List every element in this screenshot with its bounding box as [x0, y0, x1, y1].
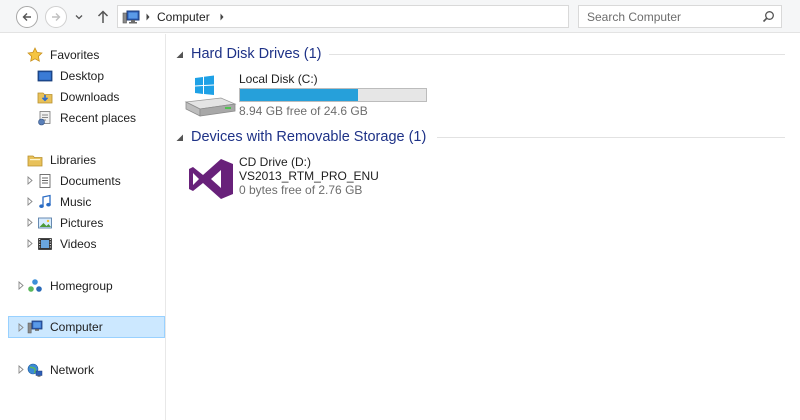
star-icon: [26, 46, 44, 63]
nav-network-label: Network: [50, 362, 95, 377]
search-input[interactable]: Search Computer: [587, 10, 681, 24]
recent-places-icon: [36, 110, 54, 126]
nav-libraries[interactable]: Libraries: [26, 149, 96, 170]
nav-favorites-label: Favorites: [50, 47, 100, 62]
nav-downloads-label: Downloads: [60, 89, 120, 104]
navigation-pane: Favorites Desktop Downloads Recent place…: [0, 34, 166, 420]
drive-volume-label: VS2013_RTM_PRO_ENU: [239, 169, 379, 183]
nav-documents-label: Documents: [60, 173, 121, 188]
documents-icon: [36, 173, 54, 189]
search-box[interactable]: Search Computer: [578, 5, 782, 28]
nav-recent-places-label: Recent places: [60, 110, 137, 125]
pictures-icon: [36, 215, 54, 231]
group-title: Hard Disk Drives (1): [191, 46, 322, 62]
nav-desktop[interactable]: Desktop: [36, 65, 104, 86]
nav-videos-label: Videos: [60, 236, 97, 251]
nav-computer-label: Computer: [50, 320, 103, 334]
drive-local-disk-c[interactable]: Local Disk (C:) 8.94 GB free of 24.6 GB: [181, 72, 427, 120]
network-icon: [26, 362, 44, 378]
expand-arrow-icon[interactable]: [17, 323, 25, 332]
content-pane: Hard Disk Drives (1) Local Disk (C:) 8.9…: [167, 34, 800, 420]
libraries-icon: [26, 152, 44, 168]
drive-usage-bar: [239, 88, 427, 102]
nav-homegroup-label: Homegroup: [50, 278, 113, 293]
forward-button[interactable]: [45, 6, 67, 28]
videos-icon: [36, 236, 54, 252]
group-header-hard-disk-drives[interactable]: Hard Disk Drives (1): [175, 43, 322, 65]
navigation-bar: Computer Search Computer: [0, 0, 800, 33]
collapse-chevron-icon[interactable]: [175, 133, 184, 142]
drive-free-space: 0 bytes free of 2.76 GB: [239, 183, 363, 197]
music-icon: [36, 194, 54, 210]
nav-recent-places[interactable]: Recent places: [36, 107, 136, 128]
breadcrumb-separator-icon[interactable]: [144, 12, 152, 22]
nav-music-label: Music: [60, 194, 92, 209]
drive-name: CD Drive (D:): [239, 155, 311, 169]
visual-studio-logo-icon: [189, 159, 233, 199]
up-arrow-icon[interactable]: [96, 9, 110, 25]
nav-homegroup[interactable]: Homegroup: [26, 275, 113, 296]
breadcrumb-separator-icon[interactable]: [218, 12, 226, 22]
expand-arrow-icon[interactable]: [17, 365, 25, 374]
expand-arrow-icon[interactable]: [26, 176, 34, 185]
recent-locations-dropdown-icon[interactable]: [74, 12, 84, 22]
nav-downloads[interactable]: Downloads: [36, 86, 119, 107]
group-divider: [437, 137, 785, 138]
nav-documents[interactable]: Documents: [36, 170, 121, 191]
nav-pictures[interactable]: Pictures: [36, 212, 103, 233]
nav-favorites[interactable]: Favorites: [26, 44, 99, 65]
group-title: Devices with Removable Storage (1): [191, 129, 427, 145]
homegroup-icon: [26, 278, 44, 294]
drive-free-space: 8.94 GB free of 24.6 GB: [239, 104, 368, 118]
expand-arrow-icon[interactable]: [26, 218, 34, 227]
hard-drive-windows-icon: [184, 75, 237, 117]
back-button[interactable]: [16, 6, 38, 28]
group-divider: [329, 54, 785, 55]
nav-network[interactable]: Network: [26, 359, 94, 380]
collapse-chevron-icon[interactable]: [175, 50, 184, 59]
expand-arrow-icon[interactable]: [26, 239, 34, 248]
nav-music[interactable]: Music: [36, 191, 91, 212]
expand-arrow-icon[interactable]: [26, 197, 34, 206]
group-header-removable-storage[interactable]: Devices with Removable Storage (1): [175, 126, 426, 148]
nav-pictures-label: Pictures: [60, 215, 104, 230]
drive-name: Local Disk (C:): [239, 72, 318, 86]
arrow-right-icon: [52, 13, 61, 21]
nav-videos[interactable]: Videos: [36, 233, 96, 254]
nav-desktop-label: Desktop: [60, 68, 105, 83]
computer-icon: [26, 319, 44, 335]
downloads-folder-icon: [36, 89, 54, 105]
search-icon[interactable]: [762, 10, 775, 23]
computer-icon: [122, 10, 140, 24]
drive-cd-drive-d[interactable]: CD Drive (D:) VS2013_RTM_PRO_ENU 0 bytes…: [181, 155, 379, 203]
expand-arrow-icon[interactable]: [17, 281, 25, 290]
drive-usage-bar-fill: [240, 89, 359, 101]
nav-libraries-label: Libraries: [50, 152, 97, 167]
nav-computer[interactable]: Computer: [8, 316, 165, 338]
address-bar[interactable]: Computer: [117, 5, 676, 28]
breadcrumb-computer[interactable]: Computer: [157, 10, 210, 24]
arrow-left-icon: [22, 13, 31, 21]
desktop-icon: [36, 68, 54, 84]
